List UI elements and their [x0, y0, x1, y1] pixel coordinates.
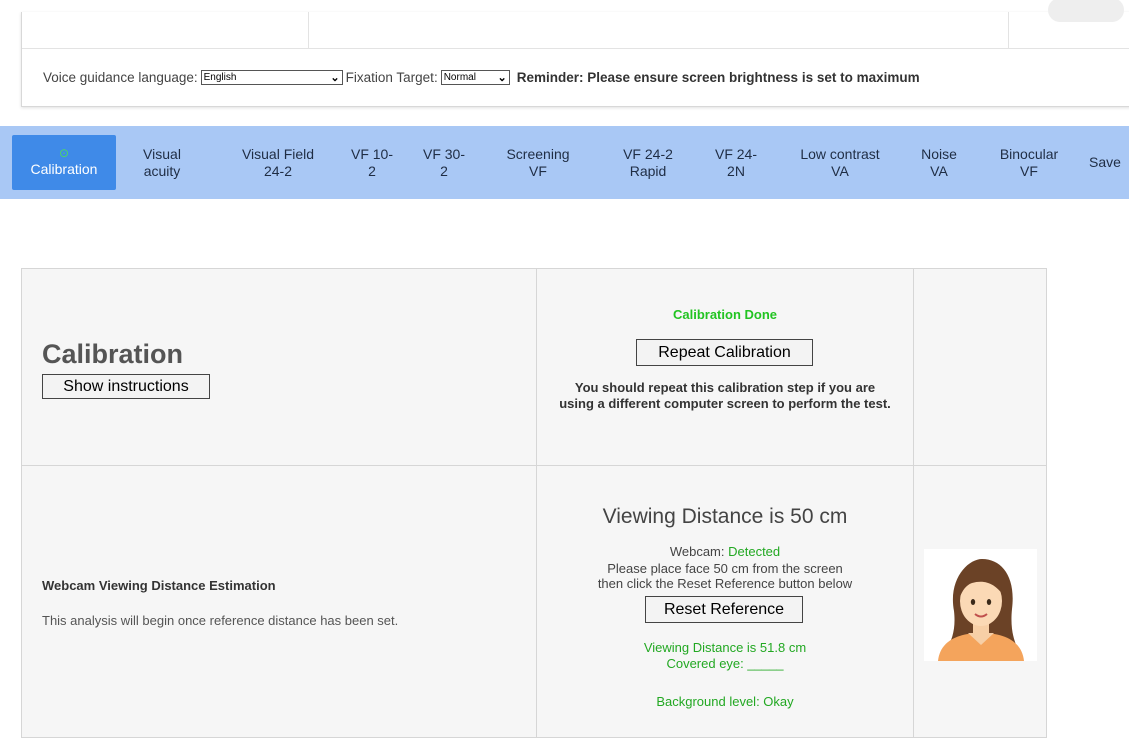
- measured-distance: Viewing Distance is 51.8 cm Covered eye:…: [537, 640, 913, 672]
- webcam-status-value: Detected: [728, 544, 781, 559]
- voice-language-label: Voice guidance language:: [43, 70, 198, 85]
- page-title: Calibration: [42, 339, 184, 369]
- tab-vf-24-2-rapid[interactable]: VF 24-2 Rapid: [606, 135, 690, 190]
- webcam-status-label: Webcam:: [669, 544, 729, 559]
- test-nav-bar: ⊙ Calibration Visual acuity Visual Field…: [0, 126, 1129, 199]
- avatar: [924, 549, 1037, 661]
- voice-language-value: English: [203, 72, 237, 83]
- tab-vf-24-2n[interactable]: VF 24- 2N: [706, 135, 766, 190]
- tab-label: Screening VF: [506, 145, 570, 179]
- settings-panel: Voice guidance language: English ⌄ Fixat…: [21, 0, 1129, 107]
- tab-label: Binocular VF: [999, 145, 1059, 179]
- tab-vf-10-2[interactable]: VF 10- 2: [345, 135, 399, 190]
- tab-label: Calibration: [30, 161, 98, 177]
- tab-label: Low contrast VA: [800, 145, 880, 179]
- woman-avatar-icon: [938, 559, 1024, 661]
- calibration-note: You should repeat this calibration step …: [559, 380, 891, 411]
- tab-vf-30-2[interactable]: VF 30- 2: [414, 135, 474, 190]
- tab-label: Noise VA: [921, 145, 957, 179]
- tab-calibration[interactable]: ⊙ Calibration: [12, 135, 116, 190]
- chevron-down-icon: ⌄: [497, 72, 507, 84]
- repeat-calibration-button[interactable]: Repeat Calibration: [636, 339, 813, 366]
- covered-eye-text: Covered eye: _____: [666, 656, 784, 671]
- tab-label: VF 30- 2: [422, 145, 465, 179]
- column-divider: [913, 269, 914, 737]
- webcam-section-subtitle: This analysis will begin once reference …: [42, 613, 399, 628]
- fixation-target-select[interactable]: Normal ⌄: [440, 70, 510, 85]
- chevron-down-icon: ⌄: [330, 72, 340, 84]
- webcam-section-title: Webcam Viewing Distance Estimation: [42, 578, 276, 593]
- tab-save[interactable]: Save: [1082, 135, 1128, 190]
- settings-top-row: [22, 12, 1129, 49]
- tab-label: VF 10- 2: [350, 145, 393, 179]
- tab-visual-field-24-2[interactable]: Visual Field 24-2: [230, 135, 326, 190]
- row-divider: [22, 465, 1046, 466]
- fixation-target-label: Fixation Target:: [345, 70, 438, 85]
- brightness-reminder: Reminder: Please ensure screen brightnes…: [516, 70, 920, 85]
- check-circle-icon: ⊙: [58, 146, 70, 160]
- viewing-distance-heading: Viewing Distance is 50 cm: [602, 505, 848, 528]
- webcam-status: Webcam: Detected: [537, 544, 913, 559]
- tab-label: Visual acuity: [143, 145, 181, 179]
- tab-visual-acuity[interactable]: Visual acuity: [132, 135, 192, 190]
- divider: [1008, 12, 1009, 48]
- tab-label: Visual Field 24-2: [241, 145, 315, 179]
- voice-language-select[interactable]: English ⌄: [200, 70, 343, 85]
- calibration-table: Calibration Show instructions Calibratio…: [21, 268, 1047, 738]
- tab-low-contrast-va[interactable]: Low contrast VA: [782, 135, 898, 190]
- tab-binocular-vf[interactable]: Binocular VF: [984, 135, 1074, 190]
- divider: [308, 12, 309, 48]
- placement-instructions: Please place face 50 cm from the screen …: [597, 561, 853, 591]
- tab-label: VF 24- 2N: [714, 145, 757, 179]
- settings-row: Voice guidance language: English ⌄ Fixat…: [43, 70, 920, 85]
- tab-label: Save: [1089, 154, 1121, 170]
- background-level: Background level: Okay: [656, 694, 794, 709]
- pill-control[interactable]: [1048, 0, 1124, 22]
- tab-label: VF 24-2 Rapid: [623, 145, 673, 179]
- tab-noise-va[interactable]: Noise VA: [909, 135, 969, 190]
- calibration-status: Calibration Done: [672, 307, 777, 322]
- tab-screening-vf[interactable]: Screening VF: [490, 135, 586, 190]
- reset-reference-button[interactable]: Reset Reference: [645, 596, 803, 623]
- measured-distance-text: Viewing Distance is 51.8 cm: [643, 640, 807, 655]
- show-instructions-button[interactable]: Show instructions: [42, 374, 210, 399]
- fixation-target-value: Normal: [443, 72, 476, 83]
